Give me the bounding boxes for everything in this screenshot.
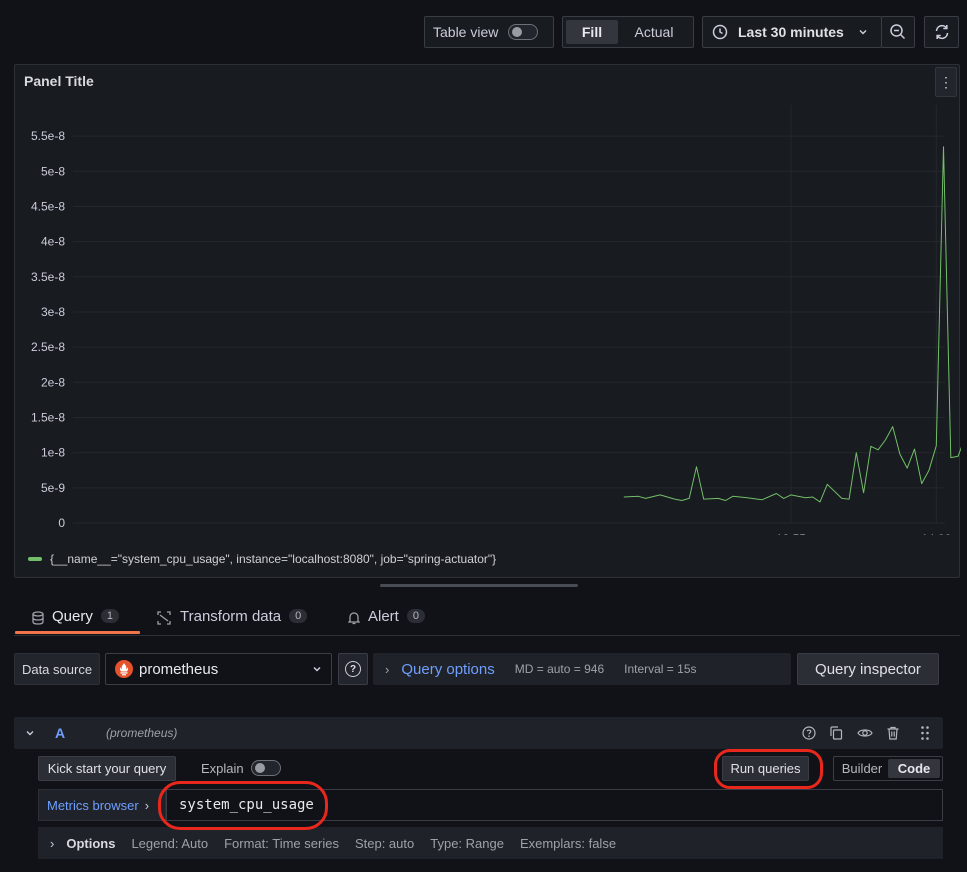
active-tab-indicator	[15, 631, 140, 634]
metrics-browser-label: Metrics browser	[47, 797, 139, 813]
y-tick-label: 1e-8	[41, 446, 65, 460]
query-inspector-button[interactable]: Query inspector	[797, 653, 939, 685]
duplicate-icon[interactable]	[829, 726, 843, 740]
refresh-icon	[935, 24, 948, 40]
chevron-down-icon	[859, 29, 867, 35]
time-series-chart[interactable]: 0 5e-9 1e-8 1.5e-8 2e-8 2.5e-8 3e-8 3.5e-8 4e-8 4…	[15, 65, 961, 535]
metrics-browser-button[interactable]: Metrics browser ›	[38, 789, 166, 821]
database-icon	[32, 611, 44, 625]
chevron-right-icon: ›	[144, 797, 150, 813]
y-tick-label: 2e-8	[41, 375, 65, 389]
tab-alert-count: 0	[406, 609, 425, 623]
tab-alert[interactable]: Alert 0	[348, 608, 425, 644]
help-icon: ?	[345, 661, 361, 677]
drag-handle-icon[interactable]	[920, 725, 930, 741]
datasource-value: prometheus	[139, 660, 219, 678]
legend-swatch	[28, 557, 42, 561]
chevron-down-icon	[313, 666, 321, 672]
graph-panel: Panel Title ⋮ 0 5e-9 1e-8 1.5e-8 2e-8 2.5e-8 3…	[14, 64, 961, 578]
query-ref-id[interactable]: A	[55, 725, 65, 741]
time-range-label: Last 30 minutes	[738, 24, 844, 40]
table-view-switch[interactable]	[508, 24, 539, 40]
prometheus-icon	[115, 660, 133, 678]
datasource-label: Data source	[14, 653, 100, 685]
table-view-toggle-group[interactable]: Table view	[424, 16, 554, 48]
explain-switch[interactable]	[251, 760, 281, 776]
y-tick-label: 4.5e-8	[31, 199, 65, 213]
tab-query[interactable]: Query 1	[32, 608, 119, 644]
tab-transform-data[interactable]: Transform data 0	[156, 608, 308, 644]
query-options-bar[interactable]: › Query options MD = auto = 946 Interval…	[373, 653, 791, 685]
y-tick-label: 2.5e-8	[31, 340, 65, 354]
options-exemplars: Exemplars: false	[519, 835, 617, 851]
fill-button[interactable]: Fill	[566, 20, 618, 44]
collapse-chevron-icon[interactable]	[25, 728, 35, 738]
query-options-row[interactable]: › Options Legend: Auto Format: Time seri…	[38, 827, 943, 859]
options-format: Format: Time series	[224, 835, 339, 851]
actual-button[interactable]: Actual	[618, 24, 690, 40]
query-datasource-hint: (prometheus)	[106, 726, 178, 740]
y-tick-label: 0	[58, 516, 65, 530]
zoom-out-icon	[890, 24, 906, 40]
y-tick-label: 5.5e-8	[31, 129, 65, 143]
query-options-label: Query options	[401, 660, 495, 678]
eye-icon[interactable]	[857, 726, 873, 740]
query-row-header[interactable]: A (prometheus)	[14, 717, 943, 749]
trash-icon[interactable]	[886, 726, 900, 740]
y-tick-label: 3e-8	[41, 305, 65, 319]
datasource-select[interactable]: prometheus	[105, 653, 332, 685]
panel-resize-handle[interactable]	[380, 584, 578, 587]
tabs-divider	[14, 635, 960, 636]
query-expression: system_cpu_usage	[179, 797, 314, 813]
chevron-right-icon: ›	[385, 661, 390, 677]
options-type: Type: Range	[430, 835, 504, 851]
y-tick-label: 1.5e-8	[31, 410, 65, 424]
fill-actual-segment: Fill Actual	[562, 16, 694, 48]
tab-query-count: 1	[100, 609, 119, 623]
legend-label: {__name__="system_cpu_usage", instance="…	[50, 552, 497, 566]
y-tick-label: 3.5e-8	[31, 270, 65, 284]
x-tick-label: 13:55	[776, 532, 806, 535]
tab-alert-label: Alert	[368, 608, 399, 625]
tab-query-label: Query	[52, 608, 93, 625]
transform-icon	[157, 611, 171, 625]
y-tick-label: 5e-9	[41, 481, 65, 495]
code-mode-button[interactable]: Code	[888, 759, 940, 778]
datasource-help-button[interactable]: ?	[338, 653, 368, 685]
tab-transform-label: Transform data	[180, 608, 282, 625]
query-options-interval: Interval = 15s	[624, 662, 697, 676]
run-queries-button[interactable]: Run queries	[722, 756, 809, 781]
options-label: Options	[66, 835, 116, 851]
editor-mode-toggle: Builder Code	[833, 756, 943, 781]
options-step: Step: auto	[354, 835, 415, 851]
legend-item[interactable]: {__name__="system_cpu_usage", instance="…	[28, 552, 496, 566]
table-view-label: Table view	[433, 24, 499, 40]
refresh-button[interactable]	[924, 16, 959, 48]
x-tick-label: 14:00	[921, 532, 951, 535]
clock-icon	[712, 24, 728, 40]
kick-start-button[interactable]: Kick start your query	[38, 756, 176, 781]
help-icon[interactable]	[802, 726, 816, 740]
y-tick-label: 4e-8	[41, 235, 65, 249]
options-legend: Legend: Auto	[131, 835, 209, 851]
tab-transform-count: 0	[289, 609, 308, 623]
chevron-right-icon: ›	[50, 835, 55, 851]
zoom-out-button[interactable]	[881, 16, 915, 48]
query-expression-editor[interactable]: system_cpu_usage	[166, 789, 943, 821]
builder-mode-button[interactable]: Builder	[836, 761, 888, 776]
time-range-picker[interactable]: Last 30 minutes	[702, 16, 882, 48]
explain-label: Explain	[201, 761, 244, 776]
bell-icon	[348, 612, 360, 625]
y-tick-label: 5e-8	[41, 164, 65, 178]
query-options-md: MD = auto = 946	[514, 662, 605, 676]
series-line	[623, 146, 961, 503]
